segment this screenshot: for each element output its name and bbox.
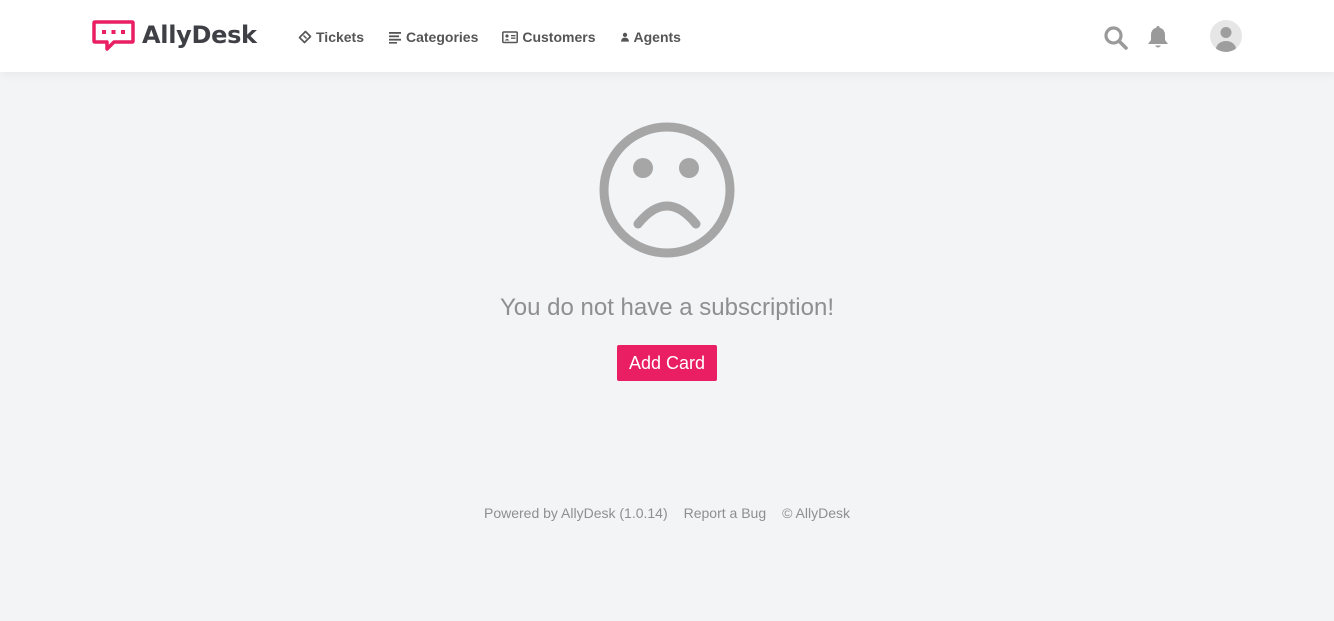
brand-name: AllyDesk xyxy=(142,21,257,49)
subscription-message: You do not have a subscription! xyxy=(499,294,835,321)
nav-item-label: Categories xyxy=(406,29,479,45)
nav-item-agents[interactable]: Agents xyxy=(620,28,681,46)
nav-item-tickets[interactable]: Tickets xyxy=(298,28,364,46)
avatar[interactable] xyxy=(1210,20,1242,52)
nav-item-categories[interactable]: Categories xyxy=(388,28,478,46)
powered-by-text: Powered by AllyDesk (1.0.14) xyxy=(483,505,668,521)
ticket-icon xyxy=(298,30,312,44)
user-icon xyxy=(620,32,629,42)
allydesk-logo-icon xyxy=(92,20,135,51)
copyright-text: © AllyDesk xyxy=(782,505,851,521)
search-icon[interactable] xyxy=(1103,25,1129,51)
list-icon xyxy=(389,32,401,44)
nav-item-label: Agents xyxy=(633,29,681,45)
report-bug-link[interactable]: Report a Bug xyxy=(684,505,767,521)
add-card-button[interactable]: Add Card xyxy=(616,345,718,381)
sad-face-icon xyxy=(599,122,735,258)
main-nav: Tickets Categories Customers Agents xyxy=(298,28,705,46)
bell-icon[interactable] xyxy=(1146,24,1170,50)
empty-state: You do not have a subscription! Add Card xyxy=(0,120,1334,381)
top-navbar: AllyDesk Tickets Categories Customers Ag… xyxy=(0,0,1334,72)
nav-item-label: Tickets xyxy=(316,29,364,45)
id-card-icon xyxy=(502,31,519,44)
nav-item-customers[interactable]: Customers xyxy=(502,28,596,46)
nav-item-label: Customers xyxy=(522,29,596,45)
footer: Powered by AllyDesk (1.0.14) Report a Bug… xyxy=(0,505,1334,521)
brand-link[interactable]: AllyDesk xyxy=(92,20,257,51)
